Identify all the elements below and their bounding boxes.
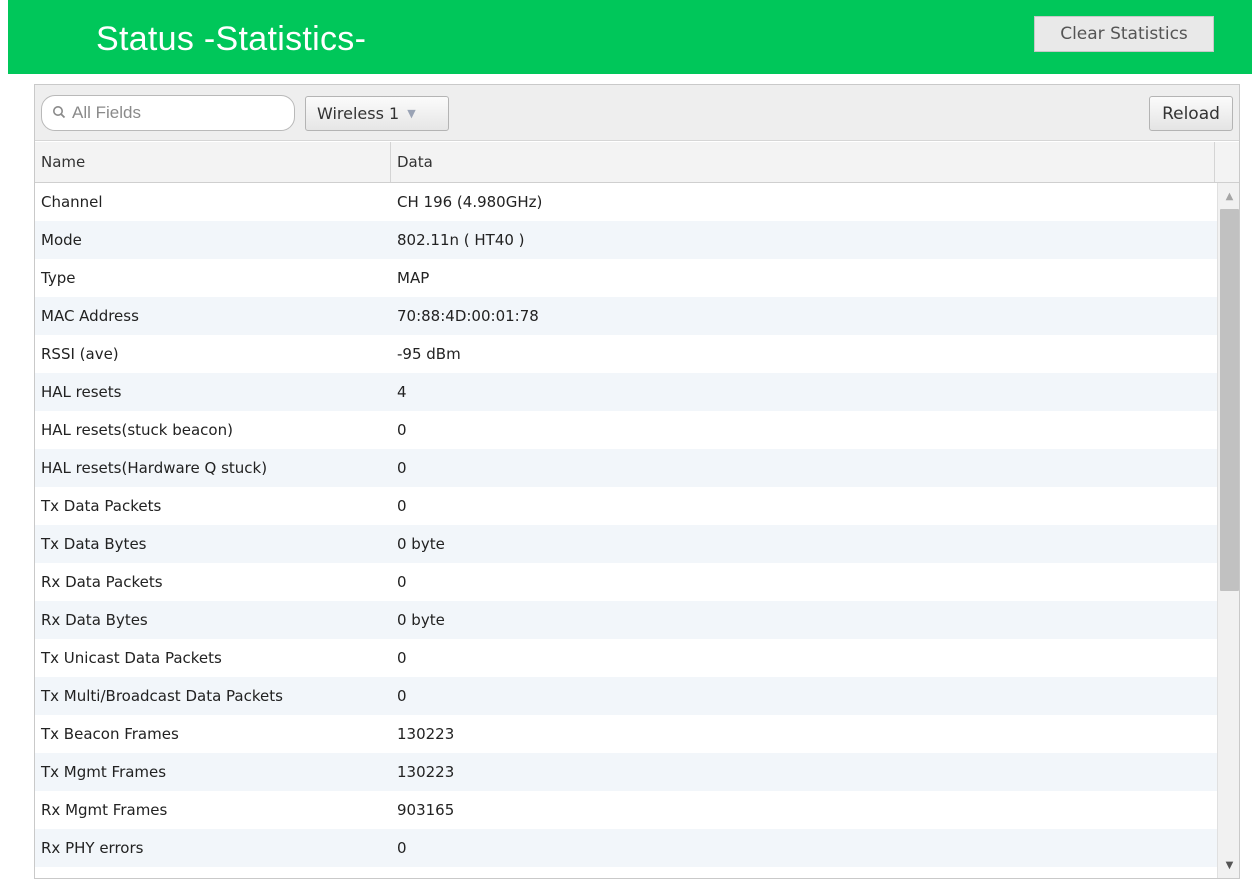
cell-name: Rx Data Bytes bbox=[41, 611, 148, 629]
table-row: Tx Beacon Frames 130223 bbox=[35, 715, 1217, 753]
cell-data: 0 byte bbox=[397, 535, 445, 553]
cell-name: HAL resets bbox=[41, 383, 122, 401]
cell-name: Type bbox=[41, 269, 76, 287]
statistics-panel: Wireless 1 ▼ Reload Name Data Channel CH … bbox=[34, 84, 1240, 879]
cell-name: Tx Multi/Broadcast Data Packets bbox=[41, 687, 283, 705]
cell-data: 130223 bbox=[397, 725, 455, 743]
cell-name: Rx Data Packets bbox=[41, 573, 163, 591]
cell-data: 0 bbox=[397, 687, 407, 705]
cell-data: 0 bbox=[397, 459, 407, 477]
cell-name: Rx PHY errors bbox=[41, 839, 144, 857]
table-row: Type MAP bbox=[35, 259, 1217, 297]
search-icon bbox=[52, 105, 68, 121]
scrollbar-thumb[interactable] bbox=[1220, 209, 1239, 591]
table-row: Tx Multi/Broadcast Data Packets 0 bbox=[35, 677, 1217, 715]
table-row: Tx Data Bytes 0 byte bbox=[35, 525, 1217, 563]
table-row: Tx Data Packets 0 bbox=[35, 487, 1217, 525]
table-scrollbar[interactable]: ▲ ▼ bbox=[1217, 183, 1239, 878]
table-row: HAL resets(Hardware Q stuck) 0 bbox=[35, 449, 1217, 487]
header-bar: Status -Statistics- Clear Statistics bbox=[8, 0, 1252, 74]
cell-name: Channel bbox=[41, 193, 103, 211]
table-row: Mode 802.11n ( HT40 ) bbox=[35, 221, 1217, 259]
scroll-down-arrow-icon[interactable]: ▼ bbox=[1218, 854, 1239, 876]
cell-name: Tx Beacon Frames bbox=[41, 725, 179, 743]
cell-data: 70:88:4D:00:01:78 bbox=[397, 307, 539, 325]
cell-name: Tx Data Bytes bbox=[41, 535, 147, 553]
cell-name: Tx Mgmt Frames bbox=[41, 763, 167, 781]
cell-data: 0 bbox=[397, 497, 407, 515]
wireless-select-value: Wireless 1 bbox=[317, 104, 400, 123]
cell-data: 0 byte bbox=[397, 611, 445, 629]
cell-name: HAL resets(Hardware Q stuck) bbox=[41, 459, 268, 477]
page-title: Status -Statistics- bbox=[96, 20, 367, 58]
cell-data: 4 bbox=[397, 383, 407, 401]
cell-data: 0 bbox=[397, 573, 407, 591]
cell-name: Tx Unicast Data Packets bbox=[41, 649, 222, 667]
column-header-data[interactable]: Data bbox=[391, 142, 1215, 182]
column-header-spacer bbox=[1215, 142, 1239, 182]
cell-data: 903165 bbox=[397, 801, 455, 819]
search-box[interactable] bbox=[41, 95, 295, 131]
cell-data: 0 bbox=[397, 839, 407, 857]
table-row: Rx Mgmt Frames 903165 bbox=[35, 791, 1217, 829]
cell-name: HAL resets(stuck beacon) bbox=[41, 421, 233, 439]
clear-statistics-button[interactable]: Clear Statistics bbox=[1034, 16, 1214, 52]
table-row: Rx Data Packets 0 bbox=[35, 563, 1217, 601]
reload-button[interactable]: Reload bbox=[1149, 96, 1233, 131]
cell-data: 802.11n ( HT40 ) bbox=[397, 231, 525, 249]
column-header-name[interactable]: Name bbox=[35, 142, 391, 182]
table-row: Rx Data Bytes 0 byte bbox=[35, 601, 1217, 639]
table-row: Rx PHY errors 0 bbox=[35, 829, 1217, 867]
table-row: Channel CH 196 (4.980GHz) bbox=[35, 183, 1217, 221]
table-row: MAC Address 70:88:4D:00:01:78 bbox=[35, 297, 1217, 335]
search-input[interactable] bbox=[72, 103, 272, 123]
cell-data: MAP bbox=[397, 269, 430, 287]
cell-name: MAC Address bbox=[41, 307, 139, 325]
cell-name: Tx Data Packets bbox=[41, 497, 162, 515]
cell-name: Rx Mgmt Frames bbox=[41, 801, 168, 819]
cell-data: CH 196 (4.980GHz) bbox=[397, 193, 543, 211]
table-header: Name Data bbox=[35, 142, 1239, 183]
cell-data: 0 bbox=[397, 421, 407, 439]
cell-data: 130223 bbox=[397, 763, 455, 781]
cell-data: 0 bbox=[397, 649, 407, 667]
table-row: RSSI (ave) -95 dBm bbox=[35, 335, 1217, 373]
wireless-select[interactable]: Wireless 1 ▼ bbox=[305, 96, 449, 131]
chevron-down-icon: ▼ bbox=[407, 107, 416, 120]
cell-name: Mode bbox=[41, 231, 82, 249]
scroll-up-arrow-icon[interactable]: ▲ bbox=[1218, 185, 1239, 207]
table-row: HAL resets(stuck beacon) 0 bbox=[35, 411, 1217, 449]
table-row: Tx Unicast Data Packets 0 bbox=[35, 639, 1217, 677]
table-row: Tx Mgmt Frames 130223 bbox=[35, 753, 1217, 791]
cell-name: RSSI (ave) bbox=[41, 345, 119, 363]
cell-data: -95 dBm bbox=[397, 345, 461, 363]
table-body: Channel CH 196 (4.980GHz) Mode 802.11n ( H… bbox=[35, 183, 1217, 867]
toolbar: Wireless 1 ▼ Reload bbox=[35, 85, 1239, 141]
table-row: HAL resets 4 bbox=[35, 373, 1217, 411]
